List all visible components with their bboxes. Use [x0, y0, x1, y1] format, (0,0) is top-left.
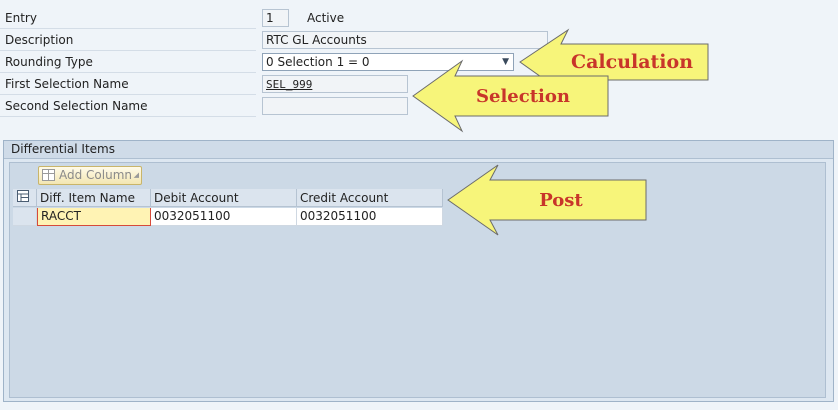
selection-annotation: Selection [476, 86, 570, 107]
post-annotation: Post [539, 190, 583, 211]
calculation-annotation: Calculation [571, 51, 693, 73]
annotation-layer: Calculation Selection Post [412, 28, 709, 236]
